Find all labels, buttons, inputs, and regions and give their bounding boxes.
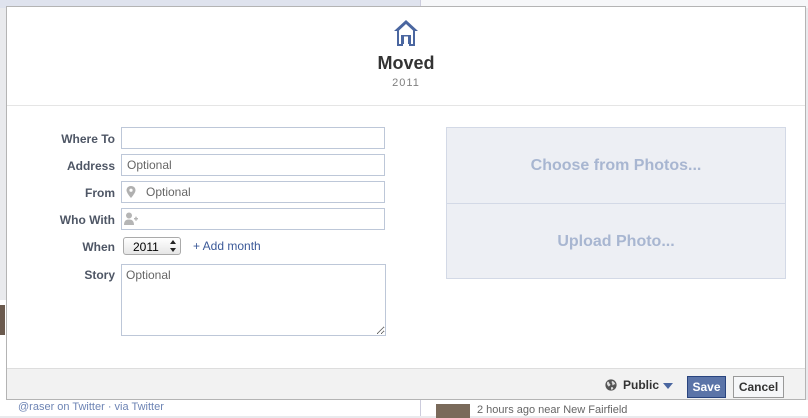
upload-photo-button[interactable]: Upload Photo... [447, 204, 785, 279]
background-thumbnail [0, 305, 5, 335]
cancel-button[interactable]: Cancel [733, 376, 784, 398]
who-with-label: Who With [59, 213, 115, 227]
globe-icon [605, 379, 617, 391]
year-select[interactable]: 2011 [123, 237, 181, 255]
where-to-label: Where To [61, 132, 115, 146]
save-button[interactable]: Save [687, 376, 726, 398]
from-input[interactable] [121, 181, 385, 203]
from-label: From [85, 186, 115, 200]
background-text: @raser on Twitter · via Twitter [18, 401, 164, 413]
background-story-right: 2 hours ago near New Fairfield [420, 400, 808, 418]
background-story-left: @raser on Twitter · via Twitter [0, 400, 420, 416]
location-pin-icon [126, 186, 136, 198]
choose-from-photos-button[interactable]: Choose from Photos... [447, 128, 785, 204]
chevron-down-icon [663, 383, 673, 389]
where-to-input[interactable] [121, 127, 385, 149]
year-select-value: 2011 [133, 240, 159, 254]
privacy-label: Public [623, 378, 660, 392]
background-text: 2 hours ago near New Fairfield [477, 404, 628, 416]
add-month-link[interactable]: + Add month [193, 239, 261, 253]
address-label: Address [66, 159, 115, 173]
who-with-input[interactable] [121, 208, 385, 230]
story-label: Story [84, 268, 115, 282]
dialog-header: Moved 2011 [7, 7, 805, 106]
photo-picker: Choose from Photos... Upload Photo... [446, 127, 786, 279]
event-year: 2011 [392, 77, 420, 89]
life-event-dialog: Moved 2011 Where To Address From Who Wit… [6, 6, 806, 400]
dialog-footer: Public Save Cancel [7, 368, 805, 399]
stepper-arrows-icon [170, 240, 176, 252]
home-icon [394, 20, 418, 46]
address-input[interactable] [121, 154, 385, 176]
story-textarea[interactable] [121, 264, 386, 336]
add-person-icon [124, 212, 138, 225]
when-label: When [82, 240, 115, 254]
event-title: Moved [377, 53, 435, 73]
